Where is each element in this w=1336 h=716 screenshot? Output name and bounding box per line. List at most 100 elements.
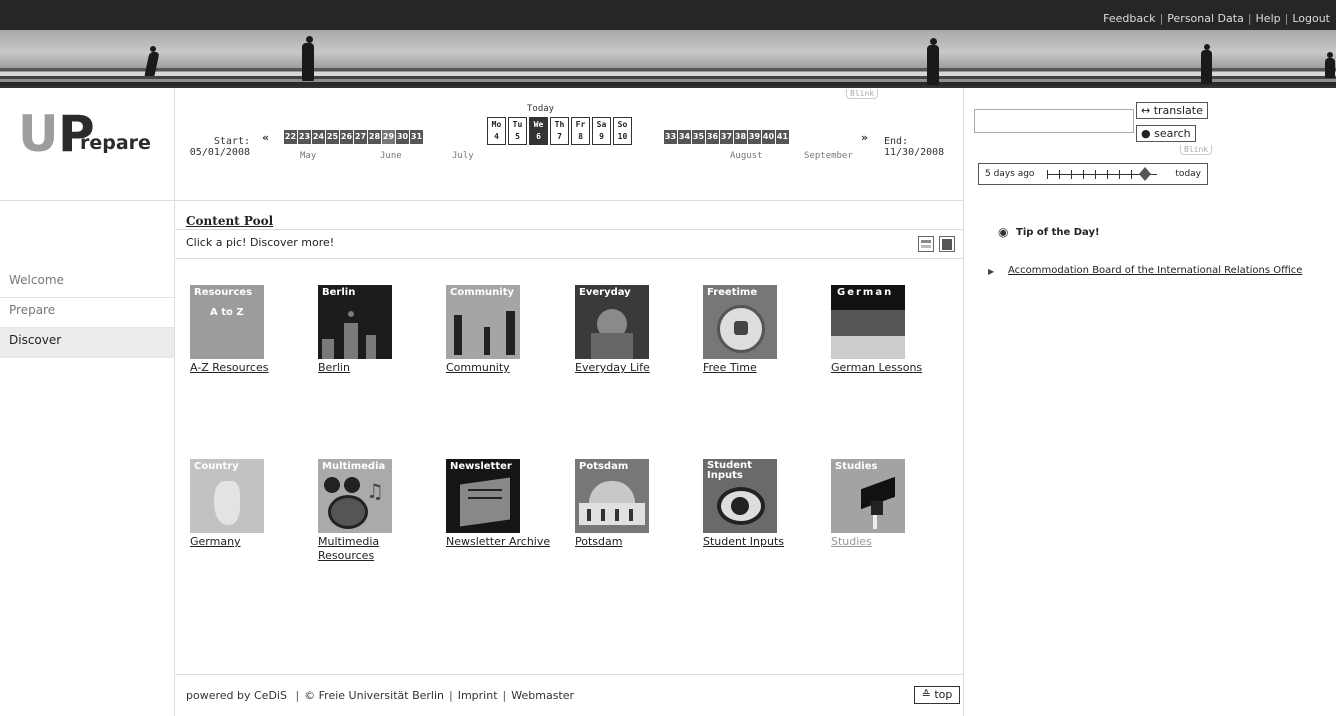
end-date: 11/30/2008: [884, 147, 945, 158]
link-potsdam[interactable]: Potsdam: [575, 535, 622, 549]
timeline-prev-icon[interactable]: «: [262, 131, 269, 144]
grid-view-icon[interactable]: [939, 236, 955, 252]
link-everyday-life[interactable]: Everyday Life: [575, 361, 650, 375]
link-studies[interactable]: Studies: [831, 535, 872, 549]
slider-handle[interactable]: [1139, 167, 1151, 181]
weekday-cell[interactable]: So 10: [613, 117, 632, 145]
tile-everyday-life[interactable]: Everyday: [575, 285, 649, 359]
week-number-cell[interactable]: 27: [354, 130, 367, 144]
week-number-cell[interactable]: 25: [326, 130, 339, 144]
week-number-cell[interactable]: 35: [692, 130, 705, 144]
tile-multimedia-resources[interactable]: Multimedia ♫: [318, 459, 392, 533]
lightbulb-icon: ◉: [998, 225, 1009, 239]
date-range-slider[interactable]: 5 days ago today: [978, 163, 1208, 185]
weekday-name: Sa: [596, 120, 607, 129]
weekday-cell[interactable]: Mo 4: [487, 117, 506, 145]
feedback-link[interactable]: Feedback: [1103, 12, 1155, 25]
tile-student-inputs[interactable]: Student Inputs: [703, 459, 777, 533]
current-week: Mo 4 Tu 5 We 6 Th 7 Fr 8 Sa 9 So 10: [487, 117, 632, 145]
week-number-cell[interactable]: 23: [298, 130, 311, 144]
weekday-number: 8: [578, 132, 583, 141]
link-newsletter-archive[interactable]: Newsletter Archive: [446, 535, 550, 549]
nav-item-prepare[interactable]: Prepare: [0, 298, 174, 328]
weekday-cell[interactable]: Fr 8: [571, 117, 590, 145]
today-label: Today: [527, 104, 555, 114]
week-number-cell[interactable]: 40: [762, 130, 775, 144]
weekday-name: So: [617, 120, 628, 129]
week-number-cell[interactable]: 30: [396, 130, 409, 144]
link-germany[interactable]: Germany: [190, 535, 241, 549]
weekday-cell[interactable]: Tu 5: [508, 117, 527, 145]
link-a-z-resources[interactable]: A-Z Resources: [190, 361, 268, 375]
weekday-number: 4: [494, 132, 499, 141]
uprepare-logo[interactable]: U P repare: [14, 108, 164, 160]
week-number-cell[interactable]: 33: [664, 130, 677, 144]
tile-berlin[interactable]: Berlin: [318, 285, 392, 359]
left-nav: Welcome Prepare Discover: [0, 268, 174, 358]
link-german-lessons[interactable]: German Lessons: [831, 361, 922, 375]
weekday-cell[interactable]: Sa 9: [592, 117, 611, 145]
timeline-blink-tab[interactable]: Blink: [846, 89, 879, 99]
copyright-text: © Freie Universität Berlin: [304, 689, 444, 702]
week-number-cell[interactable]: 22: [284, 130, 297, 144]
month-label: June: [380, 151, 402, 161]
slider-end-label: today: [1175, 169, 1201, 179]
help-link[interactable]: Help: [1256, 12, 1281, 25]
weekday-number: 9: [599, 132, 604, 141]
back-to-top-button[interactable]: ≙ top: [914, 686, 960, 704]
nav-item-welcome[interactable]: Welcome: [0, 268, 174, 298]
tools-blink-tab[interactable]: Blink: [1180, 145, 1213, 155]
week-number-cell[interactable]: 36: [706, 130, 719, 144]
tip-link[interactable]: Accommodation Board of the International…: [1008, 265, 1302, 276]
tile-potsdam[interactable]: Potsdam: [575, 459, 649, 533]
week-number-cell[interactable]: 28: [368, 130, 381, 144]
translate-button[interactable]: ↔ translate: [1136, 102, 1208, 119]
month-label: July: [452, 151, 474, 161]
header-banner-image: [0, 30, 1336, 86]
slider-start-label: 5 days ago: [985, 169, 1035, 179]
week-number-cell[interactable]: 37: [720, 130, 733, 144]
weeks-before-strip: 22 23 24 25 26 27 28 29 30 31: [284, 130, 423, 144]
weekday-name: We: [533, 120, 544, 129]
webmaster-link[interactable]: Webmaster: [511, 689, 574, 702]
translate-search-input[interactable]: [974, 109, 1134, 133]
tile-newsletter-archive[interactable]: Newsletter: [446, 459, 520, 533]
link-berlin[interactable]: Berlin: [318, 361, 350, 375]
link-student-inputs[interactable]: Student Inputs: [703, 535, 784, 549]
powered-by-link[interactable]: powered by CeDiS: [186, 689, 287, 702]
link-community[interactable]: Community: [446, 361, 510, 375]
month-label: September: [804, 151, 853, 161]
imprint-link[interactable]: Imprint: [458, 689, 498, 702]
weekday-cell[interactable]: Th 7: [550, 117, 569, 145]
week-number-cell[interactable]: 24: [312, 130, 325, 144]
week-number-cell[interactable]: 39: [748, 130, 761, 144]
personal-data-link[interactable]: Personal Data: [1167, 12, 1244, 25]
footer: powered by CeDiS | © Freie Universität Be…: [186, 689, 575, 702]
tile-community[interactable]: Community: [446, 285, 520, 359]
search-button[interactable]: ● search: [1136, 125, 1196, 142]
logout-link[interactable]: Logout: [1292, 12, 1330, 25]
weekday-name: Th: [554, 120, 565, 129]
timeline-next-icon[interactable]: »: [861, 131, 868, 144]
weekday-number: 7: [557, 132, 562, 141]
content-pool-title[interactable]: Content Pool: [186, 214, 273, 228]
tile-studies[interactable]: Studies: [831, 459, 905, 533]
nav-item-discover[interactable]: Discover: [0, 328, 174, 358]
list-view-icon[interactable]: [918, 236, 934, 252]
timeline-end: End: 11/30/2008: [884, 136, 945, 158]
tile-germany[interactable]: Country: [190, 459, 264, 533]
week-number-cell[interactable]: 34: [678, 130, 691, 144]
week-number-cell[interactable]: 41: [776, 130, 789, 144]
week-number-cell[interactable]: 31: [410, 130, 423, 144]
week-number-cell[interactable]: 29: [382, 130, 395, 144]
tile-german-lessons[interactable]: German: [831, 285, 905, 359]
top-bar: Feedback | Personal Data | Help | Logout: [0, 0, 1336, 30]
link-multimedia-resources[interactable]: Multimedia Resources: [318, 535, 379, 563]
week-number-cell[interactable]: 38: [734, 130, 747, 144]
link-free-time[interactable]: Free Time: [703, 361, 757, 375]
week-number-cell[interactable]: 26: [340, 130, 353, 144]
month-label: August: [730, 151, 763, 161]
tile-a-z-resources[interactable]: Resources A to Z: [190, 285, 264, 359]
tile-free-time[interactable]: Freetime: [703, 285, 777, 359]
weekday-cell[interactable]: We 6: [529, 117, 548, 145]
